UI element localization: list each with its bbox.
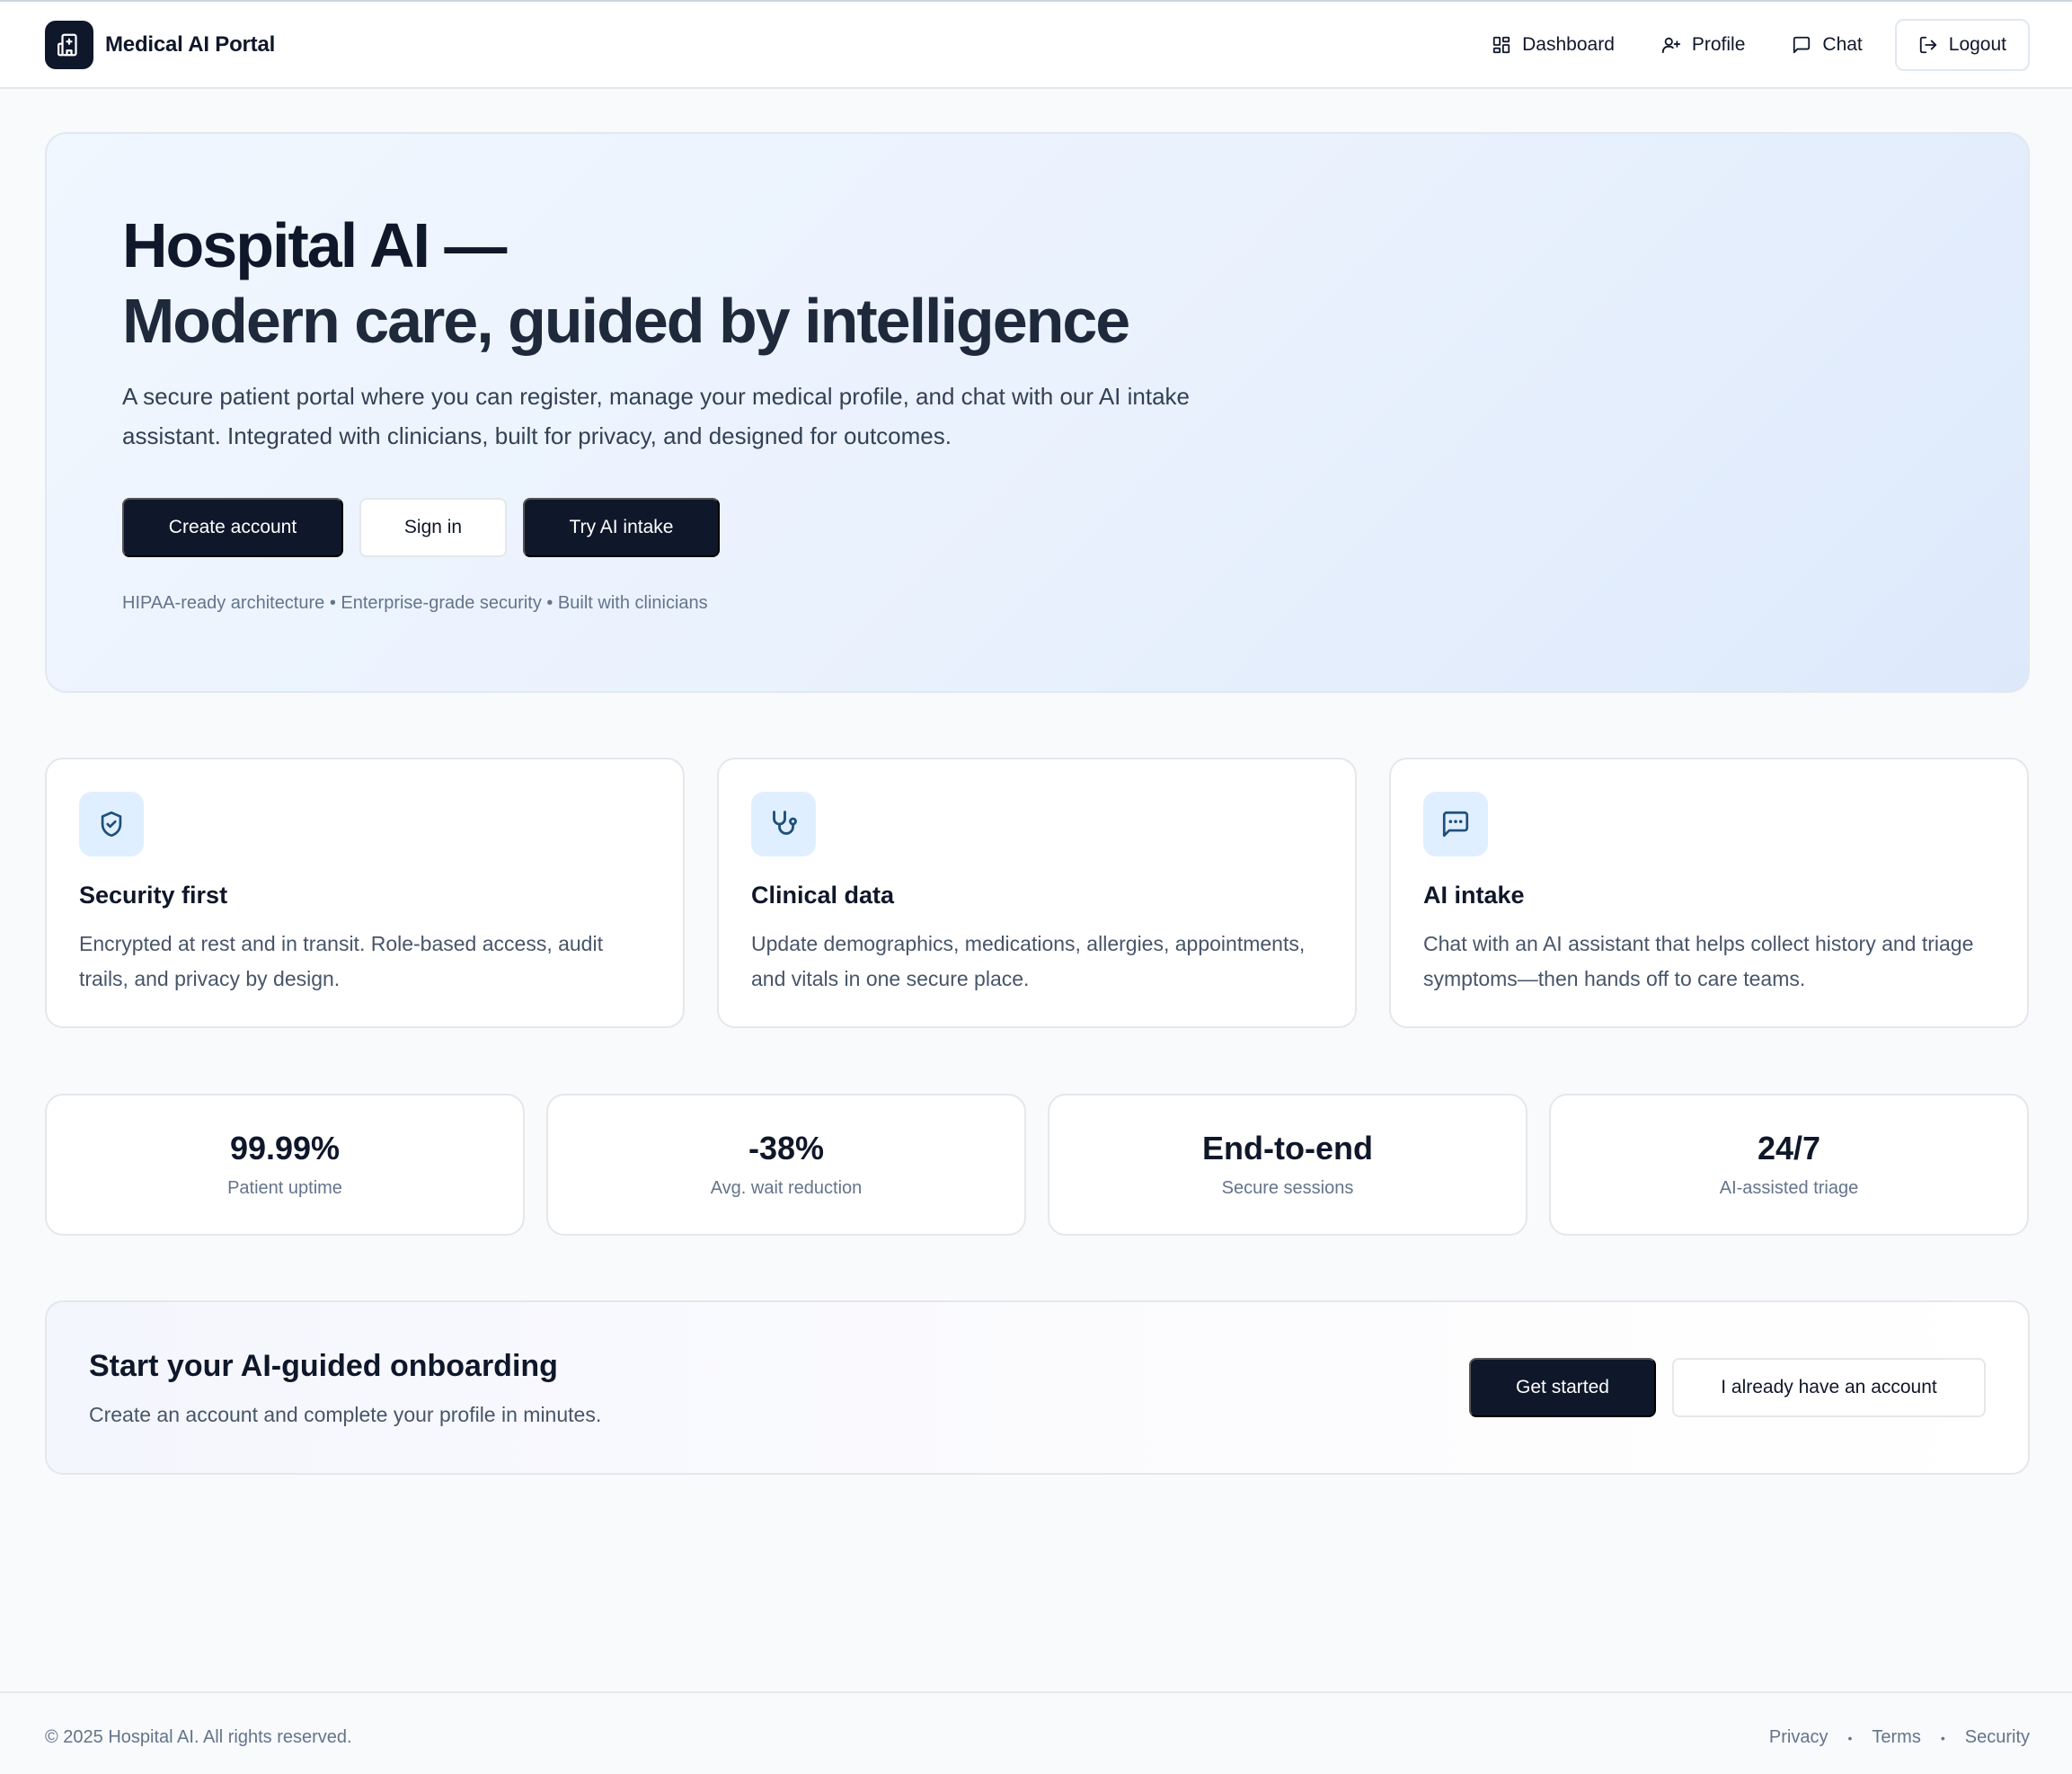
hero-subtitle: A secure patient portal where you can re… <box>122 383 1191 449</box>
features-section: Security first Encrypted at rest and in … <box>45 758 2029 1028</box>
stat-label: Patient uptime <box>227 1178 342 1198</box>
stat-card-secure: End-to-end Secure sessions <box>1048 1094 1527 1236</box>
cta-subtitle: Create an account and complete your prof… <box>89 1403 602 1426</box>
stat-value: End-to-end <box>1202 1130 1373 1166</box>
stats-section: 99.99% Patient uptime -38% Avg. wait red… <box>45 1094 2029 1236</box>
try-ai-intake-button[interactable]: Try AI intake <box>523 498 720 557</box>
chat-bubble-icon <box>1793 36 1811 54</box>
stat-label: AI-assisted triage <box>1719 1178 1859 1198</box>
nav-profile-label: Profile <box>1691 34 1746 55</box>
have-account-button[interactable]: I already have an account <box>1672 1358 1986 1417</box>
cta-buttons: Get started I already have an account <box>1469 1358 1986 1417</box>
sign-in-button[interactable]: Sign in <box>359 498 507 557</box>
hero-buttons: Create account Sign in Try AI intake <box>122 498 720 557</box>
hero-title-line1: Hospital AI — <box>122 210 507 280</box>
feature-description: Update demographics, medications, allerg… <box>751 932 1306 990</box>
separator-dot: • <box>1940 1730 1945 1745</box>
stat-card-wait: -38% Avg. wait reduction <box>546 1094 1026 1236</box>
stethoscope-icon <box>751 792 816 856</box>
feature-title: AI intake <box>1423 882 1525 909</box>
hero-section: Hospital AI — Modern care, guided by int… <box>45 132 2030 693</box>
footer-link-terms[interactable]: Terms <box>1872 1727 1920 1748</box>
stat-label: Secure sessions <box>1221 1178 1354 1198</box>
top-navbar: Medical AI Portal Dashboard Profile Chat <box>0 2 2072 89</box>
feature-card-clinical: Clinical data Update demographics, medic… <box>717 758 1357 1028</box>
dashboard-grid-icon <box>1492 36 1510 54</box>
copyright: © 2025 Hospital AI. All rights reserved. <box>45 1727 352 1747</box>
nav-dashboard[interactable]: Dashboard <box>1468 19 1638 71</box>
stat-card-uptime: 99.99% Patient uptime <box>45 1094 525 1236</box>
hero-title-line2: Modern care, guided by intelligence <box>122 286 1130 356</box>
feature-card-ai-intake: AI intake Chat with an AI assistant that… <box>1389 758 2029 1028</box>
footer-link-privacy[interactable]: Privacy <box>1769 1727 1828 1748</box>
brand-name: Medical AI Portal <box>105 32 276 57</box>
get-started-button[interactable]: Get started <box>1469 1358 1656 1417</box>
user-plus-icon <box>1661 37 1680 54</box>
stat-value: 99.99% <box>229 1130 341 1166</box>
footer-link-security[interactable]: Security <box>1965 1727 2030 1748</box>
hero-tagline: HIPAA-ready architecture • Enterprise-gr… <box>122 593 708 613</box>
message-dots-icon <box>1423 792 1488 856</box>
stat-value: 24/7 <box>1757 1130 1821 1166</box>
logout-button[interactable]: Logout <box>1894 19 2030 71</box>
brand[interactable]: Medical AI Portal <box>45 21 275 69</box>
stat-card-triage: 24/7 AI-assisted triage <box>1549 1094 2029 1236</box>
nav-chat[interactable]: Chat <box>1768 19 1885 71</box>
main-nav: Dashboard Profile Chat Logout <box>1468 19 2030 71</box>
feature-description: Encrypted at rest and in transit. Role-b… <box>79 932 603 990</box>
nav-dashboard-label: Dashboard <box>1522 34 1615 55</box>
logout-icon <box>1919 36 1936 54</box>
stat-value: -38% <box>748 1130 825 1166</box>
create-account-button[interactable]: Create account <box>122 498 343 557</box>
separator-dot: • <box>1847 1730 1853 1745</box>
onboarding-cta: Start your AI-guided onboarding Create a… <box>45 1300 2030 1475</box>
feature-title: Security first <box>79 882 228 909</box>
nav-chat-label: Chat <box>1822 34 1863 55</box>
footer-links: Privacy • Terms • Security <box>1769 1727 2030 1748</box>
feature-description: Chat with an AI assistant that helps col… <box>1423 932 1974 990</box>
footer: © 2025 Hospital AI. All rights reserved.… <box>0 1691 2072 1774</box>
stat-label: Avg. wait reduction <box>710 1178 863 1198</box>
feature-card-security: Security first Encrypted at rest and in … <box>45 758 685 1028</box>
feature-title: Clinical data <box>751 882 895 909</box>
cta-title: Start your AI-guided onboarding <box>89 1349 558 1383</box>
hospital-building-icon <box>45 21 93 69</box>
nav-profile[interactable]: Profile <box>1638 19 1769 71</box>
shield-check-icon <box>79 792 144 856</box>
hero-title: Hospital AI — Modern care, guided by int… <box>122 208 1130 359</box>
logout-label: Logout <box>1948 34 2006 55</box>
